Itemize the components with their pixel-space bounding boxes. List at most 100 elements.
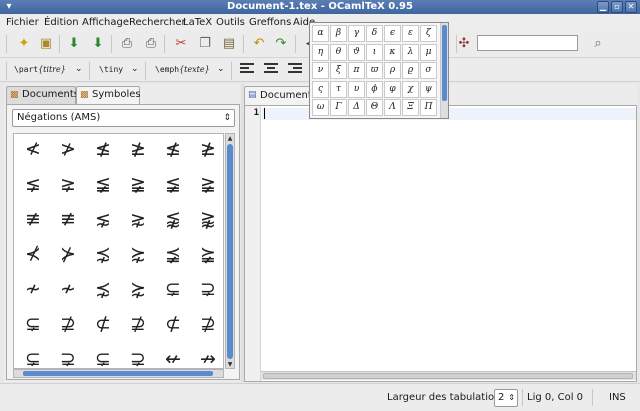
symbol-cell[interactable]: ≰: [156, 134, 190, 166]
greek-popup-scrollbar[interactable]: [440, 23, 448, 118]
symbol-grid-vertical-scrollbar[interactable]: ▲ ▼: [225, 133, 235, 369]
symbol-cell[interactable]: ≰: [86, 134, 120, 166]
print-icon[interactable]: ⎙: [141, 34, 161, 54]
scroll-up-icon[interactable]: ▲: [226, 134, 234, 143]
menu-rechercher[interactable]: Rechercher: [129, 16, 186, 29]
symbol-cell[interactable]: ≮: [16, 134, 50, 166]
symbol-cell[interactable]: ⊊: [86, 342, 120, 368]
symbol-cell[interactable]: ⋨: [86, 237, 120, 271]
symbol-cell[interactable]: ⊄: [86, 307, 120, 341]
greek-letter-cell[interactable]: α: [312, 25, 329, 42]
symbol-cell[interactable]: ⊉: [191, 307, 223, 341]
tiny-command[interactable]: \tiny: [99, 64, 123, 75]
symbol-cell[interactable]: ≱: [121, 134, 155, 166]
minimize-icon[interactable]: ▁: [597, 1, 609, 13]
greek-letter-cell[interactable]: Θ: [366, 99, 383, 116]
greek-letter-cell[interactable]: ζ: [420, 25, 437, 42]
paste-icon[interactable]: ▤: [219, 34, 239, 54]
greek-letter-cell[interactable]: φ: [384, 80, 401, 98]
symbol-category-select[interactable]: Négations (AMS) ⇕: [12, 109, 235, 127]
greek-letter-cell[interactable]: ψ: [420, 80, 437, 98]
part-dropdown-arrow[interactable]: ⌄: [75, 63, 83, 75]
undo-icon[interactable]: ↶: [249, 34, 269, 54]
greek-letter-cell[interactable]: γ: [348, 25, 365, 42]
greek-letter-cell[interactable]: θ: [330, 43, 347, 61]
greek-letter-cell[interactable]: Λ: [384, 99, 401, 116]
greek-letter-cell[interactable]: ϑ: [348, 43, 365, 61]
symbol-cell[interactable]: ⊄: [156, 307, 190, 341]
greek-letter-cell[interactable]: ξ: [330, 62, 347, 79]
greek-letter-cell[interactable]: β: [330, 25, 347, 42]
symbol-cell[interactable]: ≩: [191, 167, 223, 201]
symbol-cell[interactable]: ≩: [121, 167, 155, 201]
scroll-down-icon[interactable]: ▼: [226, 360, 234, 369]
editor-horizontal-scrollbar[interactable]: [261, 371, 636, 380]
symbol-cell[interactable]: ⊊: [16, 307, 50, 341]
greek-letter-cell[interactable]: Ξ: [402, 99, 419, 116]
menu-latex[interactable]: LaTeX: [183, 16, 212, 29]
symbol-cell[interactable]: ↛: [191, 342, 223, 368]
greek-letter-cell[interactable]: μ: [420, 43, 437, 61]
greek-letter-cell[interactable]: ω: [312, 99, 329, 116]
symbol-cell[interactable]: ⊊: [16, 342, 50, 368]
symbol-cell[interactable]: ⪵: [156, 237, 190, 271]
greek-letter-cell[interactable]: Γ: [330, 99, 347, 116]
symbol-cell[interactable]: ⊋: [51, 342, 85, 368]
scrollbar-thumb[interactable]: [263, 373, 633, 379]
symbol-cell[interactable]: ⊋: [191, 272, 223, 306]
symbol-cell[interactable]: ⋦: [86, 202, 120, 236]
symbol-cell[interactable]: ≢: [51, 202, 85, 236]
symbol-cell[interactable]: ≨: [86, 167, 120, 201]
greek-letter-cell[interactable]: κ: [384, 43, 401, 61]
symbol-cell[interactable]: ⪶: [191, 237, 223, 271]
menu-greffons[interactable]: Greffons: [249, 16, 291, 29]
cut-icon[interactable]: ✂: [171, 34, 191, 54]
symbol-cell[interactable]: ↚: [156, 342, 190, 368]
greek-letter-cell[interactable]: ϖ: [366, 62, 383, 79]
symbol-cell[interactable]: ≁: [51, 272, 85, 306]
find-icon[interactable]: ⌕: [588, 34, 608, 54]
symbol-cell[interactable]: ⪇: [16, 167, 50, 201]
close-icon[interactable]: ✕: [625, 1, 637, 13]
align-left-icon[interactable]: [240, 63, 254, 76]
save-as-icon[interactable]: ⬇: [88, 34, 108, 54]
emph-dropdown-arrow[interactable]: ⌄: [217, 63, 225, 75]
symbol-cell[interactable]: ⊁: [51, 237, 85, 271]
symbol-cell[interactable]: ⊋: [121, 342, 155, 368]
scrollbar-thumb[interactable]: [227, 144, 233, 359]
greek-letter-cell[interactable]: Π: [420, 99, 437, 116]
greek-letter-cell[interactable]: ς: [312, 80, 329, 98]
text-editor[interactable]: 1: [244, 105, 637, 382]
greek-letter-cell[interactable]: ϕ: [366, 80, 383, 98]
symbol-cell[interactable]: ⊉: [121, 307, 155, 341]
copy-icon[interactable]: ❐: [195, 34, 215, 54]
align-right-icon[interactable]: [288, 63, 302, 76]
symbol-cell[interactable]: ≢: [16, 202, 50, 236]
symbol-cell[interactable]: ⋨: [86, 272, 120, 306]
greek-letter-cell[interactable]: λ: [402, 43, 419, 61]
tiny-dropdown-arrow[interactable]: ⌄: [131, 63, 139, 75]
menu-edition[interactable]: Édition: [44, 16, 79, 29]
symbol-cell[interactable]: ⋧: [121, 202, 155, 236]
tab-width-spinner[interactable]: 2 ⇕: [494, 389, 518, 407]
open-folder-icon[interactable]: ▣: [36, 34, 56, 54]
tab-document[interactable]: ▤ Document-1: [244, 86, 314, 105]
align-center-icon[interactable]: [264, 63, 278, 76]
symbol-cell[interactable]: ⪈: [51, 167, 85, 201]
menu-outils[interactable]: Outils: [216, 16, 245, 29]
greek-letter-cell[interactable]: ν: [312, 62, 329, 79]
greek-letter-cell[interactable]: σ: [420, 62, 437, 79]
symbol-cell[interactable]: ≱: [191, 134, 223, 166]
search-input[interactable]: [477, 35, 578, 51]
symbol-cell[interactable]: ⋩: [121, 237, 155, 271]
spinner-arrows-icon[interactable]: ⇕: [508, 390, 515, 406]
save-icon[interactable]: ⬇: [64, 34, 84, 54]
symbol-cell[interactable]: ⊊: [156, 272, 190, 306]
part-command[interactable]: \part{titre}: [14, 64, 66, 75]
menu-fichier[interactable]: Fichier: [6, 16, 39, 29]
insert-symbol-icon[interactable]: ✣: [454, 34, 474, 54]
symbol-cell[interactable]: ⪊: [191, 202, 223, 236]
redo-icon[interactable]: ↷: [271, 34, 291, 54]
greek-letter-cell[interactable]: Δ: [348, 99, 365, 116]
symbol-cell[interactable]: ≯: [51, 134, 85, 166]
